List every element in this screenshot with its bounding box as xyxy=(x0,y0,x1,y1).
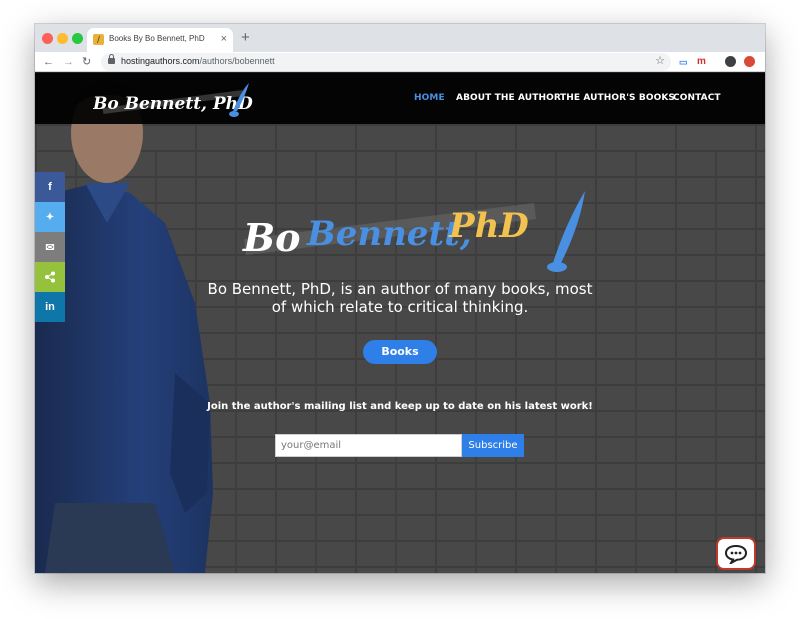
svg-text:PhD: PhD xyxy=(448,206,529,246)
chat-bubble-icon xyxy=(724,544,748,564)
tab-close-icon[interactable]: × xyxy=(221,32,227,46)
email-field[interactable] xyxy=(275,434,462,457)
extension-tag-icon[interactable]: ▭ xyxy=(679,55,688,69)
close-window-button[interactable] xyxy=(42,33,53,44)
maximize-window-button[interactable] xyxy=(72,33,83,44)
profile-icon[interactable] xyxy=(725,56,736,67)
books-button[interactable]: Books xyxy=(363,340,437,364)
mailing-list-text: Join the author's mailing list and keep … xyxy=(207,401,593,412)
linkedin-icon: in xyxy=(45,301,55,313)
tab-strip: / Books By Bo Bennett, PhD × + xyxy=(35,24,765,52)
hero-headline: Bo Bennett, PhD, is an author of many bo… xyxy=(207,280,593,316)
bookmark-star-icon[interactable]: ☆ xyxy=(655,54,665,67)
nav-contact[interactable]: CONTACT xyxy=(673,93,721,103)
extension-red-icon[interactable] xyxy=(744,56,755,67)
share-facebook-button[interactable]: f xyxy=(35,172,65,202)
browser-window: / Books By Bo Bennett, PhD × + ← → ↻ hos… xyxy=(35,24,765,573)
new-tab-button[interactable]: + xyxy=(241,30,250,46)
logo-text: Bo Bennett, PhD xyxy=(93,94,253,114)
chat-button[interactable] xyxy=(716,537,756,570)
favicon-icon: / xyxy=(93,34,104,45)
url-text: hostingauthors.com/authors/bobennett xyxy=(121,56,275,66)
reload-button[interactable]: ↻ xyxy=(82,54,91,70)
nav-the-authors-books[interactable]: THE AUTHOR'S BOOKS xyxy=(560,93,675,103)
url-host: hostingauthors.com xyxy=(121,56,200,66)
svg-text:Bo: Bo xyxy=(242,215,300,260)
address-bar[interactable]: hostingauthors.com/authors/bobennett ☆ xyxy=(101,53,671,71)
share-icon xyxy=(45,271,55,283)
subscribe-button[interactable]: Subscribe xyxy=(462,434,524,457)
share-linkedin-button[interactable]: in xyxy=(35,292,65,322)
share-email-button[interactable]: ✉ xyxy=(35,232,65,262)
forward-button[interactable]: → xyxy=(63,54,74,70)
site-header: Bo Bennett, PhD HOME ABOUT THE AUTHOR TH… xyxy=(35,73,765,124)
browser-tab[interactable]: / Books By Bo Bennett, PhD × xyxy=(87,28,233,52)
hero-logo: Bo Bennett, PhD xyxy=(242,191,585,272)
twitter-icon: ✦ xyxy=(45,211,55,223)
browser-toolbar: ← → ↻ hostingauthors.com/authors/bobenne… xyxy=(35,52,765,72)
facebook-icon: f xyxy=(48,181,52,193)
nav-home[interactable]: HOME xyxy=(414,93,445,103)
back-button[interactable]: ← xyxy=(43,54,54,70)
extension-m-icon[interactable]: m xyxy=(697,55,706,69)
tab-title: Books By Bo Bennett, PhD xyxy=(109,34,205,43)
nav-about-the-author[interactable]: ABOUT THE AUTHOR xyxy=(456,93,561,103)
web-page: Bo Bennett, PhD HOME ABOUT THE AUTHOR TH… xyxy=(35,73,765,573)
url-path: /authors/bobennett xyxy=(199,56,275,66)
email-icon: ✉ xyxy=(45,241,55,254)
author-photo xyxy=(35,80,213,573)
site-logo[interactable]: Bo Bennett, PhD xyxy=(93,81,253,119)
minimize-window-button[interactable] xyxy=(57,33,68,44)
lock-icon xyxy=(108,54,115,64)
share-twitter-button[interactable]: ✦ xyxy=(35,202,65,232)
svg-text:Bennett,: Bennett, xyxy=(306,214,472,254)
share-generic-button[interactable] xyxy=(35,262,65,292)
